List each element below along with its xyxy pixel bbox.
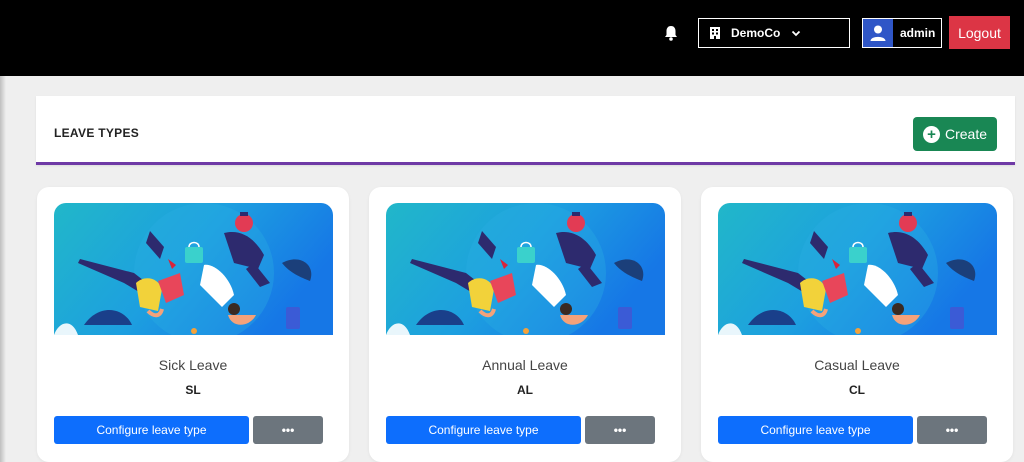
page-title: LEAVE TYPES bbox=[54, 126, 140, 140]
leave-type-code: CL bbox=[849, 383, 865, 397]
chevron-down-icon bbox=[790, 27, 802, 39]
leave-illustration bbox=[54, 203, 333, 335]
plus-circle-icon: + bbox=[922, 125, 940, 143]
building-icon bbox=[708, 26, 722, 40]
user-menu[interactable]: admin bbox=[862, 18, 942, 48]
logout-button[interactable]: Logout bbox=[949, 16, 1010, 49]
more-options-button[interactable]: ••• bbox=[917, 416, 987, 444]
page-header-card: LEAVE TYPES + Create bbox=[36, 96, 1015, 165]
leave-type-card: Annual Leave AL Configure leave type ••• bbox=[369, 187, 681, 462]
company-selector[interactable]: DemoCo bbox=[698, 18, 850, 48]
leave-illustration bbox=[718, 203, 997, 335]
create-button[interactable]: + Create bbox=[913, 117, 997, 151]
user-icon bbox=[863, 19, 893, 47]
configure-leave-type-button[interactable]: Configure leave type bbox=[386, 416, 581, 444]
leave-type-code: SL bbox=[185, 383, 201, 397]
leave-type-card: Casual Leave CL Configure leave type ••• bbox=[701, 187, 1013, 462]
configure-leave-type-button[interactable]: Configure leave type bbox=[718, 416, 913, 444]
configure-leave-type-button[interactable]: Configure leave type bbox=[54, 416, 249, 444]
more-options-button[interactable]: ••• bbox=[585, 416, 655, 444]
leave-type-code: AL bbox=[517, 383, 533, 397]
username: admin bbox=[900, 26, 936, 40]
company-name: DemoCo bbox=[731, 26, 781, 40]
bell-icon[interactable] bbox=[662, 24, 680, 42]
leave-type-name: Annual Leave bbox=[482, 357, 568, 373]
leave-type-name: Casual Leave bbox=[814, 357, 900, 373]
more-options-button[interactable]: ••• bbox=[253, 416, 323, 444]
create-label: Create bbox=[944, 126, 988, 142]
leave-type-name: Sick Leave bbox=[158, 357, 228, 373]
top-navbar: DemoCo admin Logout bbox=[0, 0, 1024, 76]
sidebar-edge bbox=[0, 76, 6, 462]
leave-type-card: Sick Leave SL Configure leave type ••• bbox=[37, 187, 349, 462]
leave-illustration bbox=[386, 203, 665, 335]
